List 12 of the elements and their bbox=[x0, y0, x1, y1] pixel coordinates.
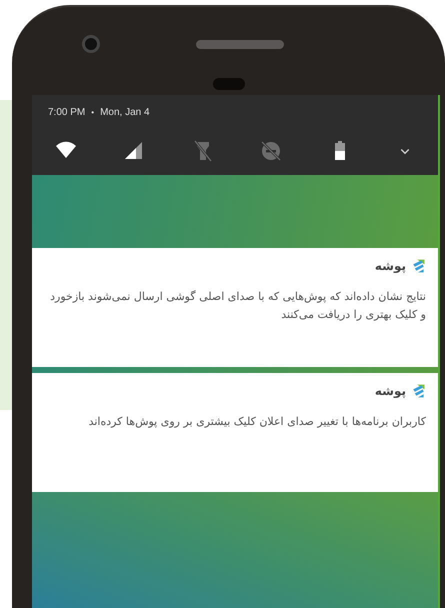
date-text: Mon, Jan 4 bbox=[100, 106, 150, 118]
separator-dot: • bbox=[91, 108, 94, 116]
notification-text: نتایج نشان داده‌اند که پوش‌هایی که با صدای اصلی گوشی ارسال نمی‌شوند بازخورد و کلیک بهتری را دریافت می‌کنند bbox=[49, 289, 426, 323]
notification-card[interactable]: پوشه نتایج نشان داده‌اند که پوش‌هایی که با صدای اصلی گوشی ارسال نمی‌شوند بازخورد و کلیک بهتری را دریافت می‌کنند bbox=[32, 248, 438, 367]
notification-card[interactable]: پوشه کاربران برنامه‌ها با تغییر صدای اعلان کلیک بیشتری بر روی پوش‌ها کرده‌اند bbox=[32, 373, 438, 492]
camera-lens bbox=[82, 35, 100, 53]
do-not-disturb-icon[interactable] bbox=[259, 139, 284, 163]
app-name: پوشه bbox=[374, 259, 406, 273]
sensor bbox=[212, 78, 244, 90]
notification-text: کاربران برنامه‌ها با تغییر صدای اعلان کلیک بیشتری بر روی پوش‌ها کرده‌اند bbox=[88, 414, 426, 430]
app-name: پوشه bbox=[374, 384, 406, 398]
clock-time: 7:00 PM bbox=[48, 106, 86, 118]
